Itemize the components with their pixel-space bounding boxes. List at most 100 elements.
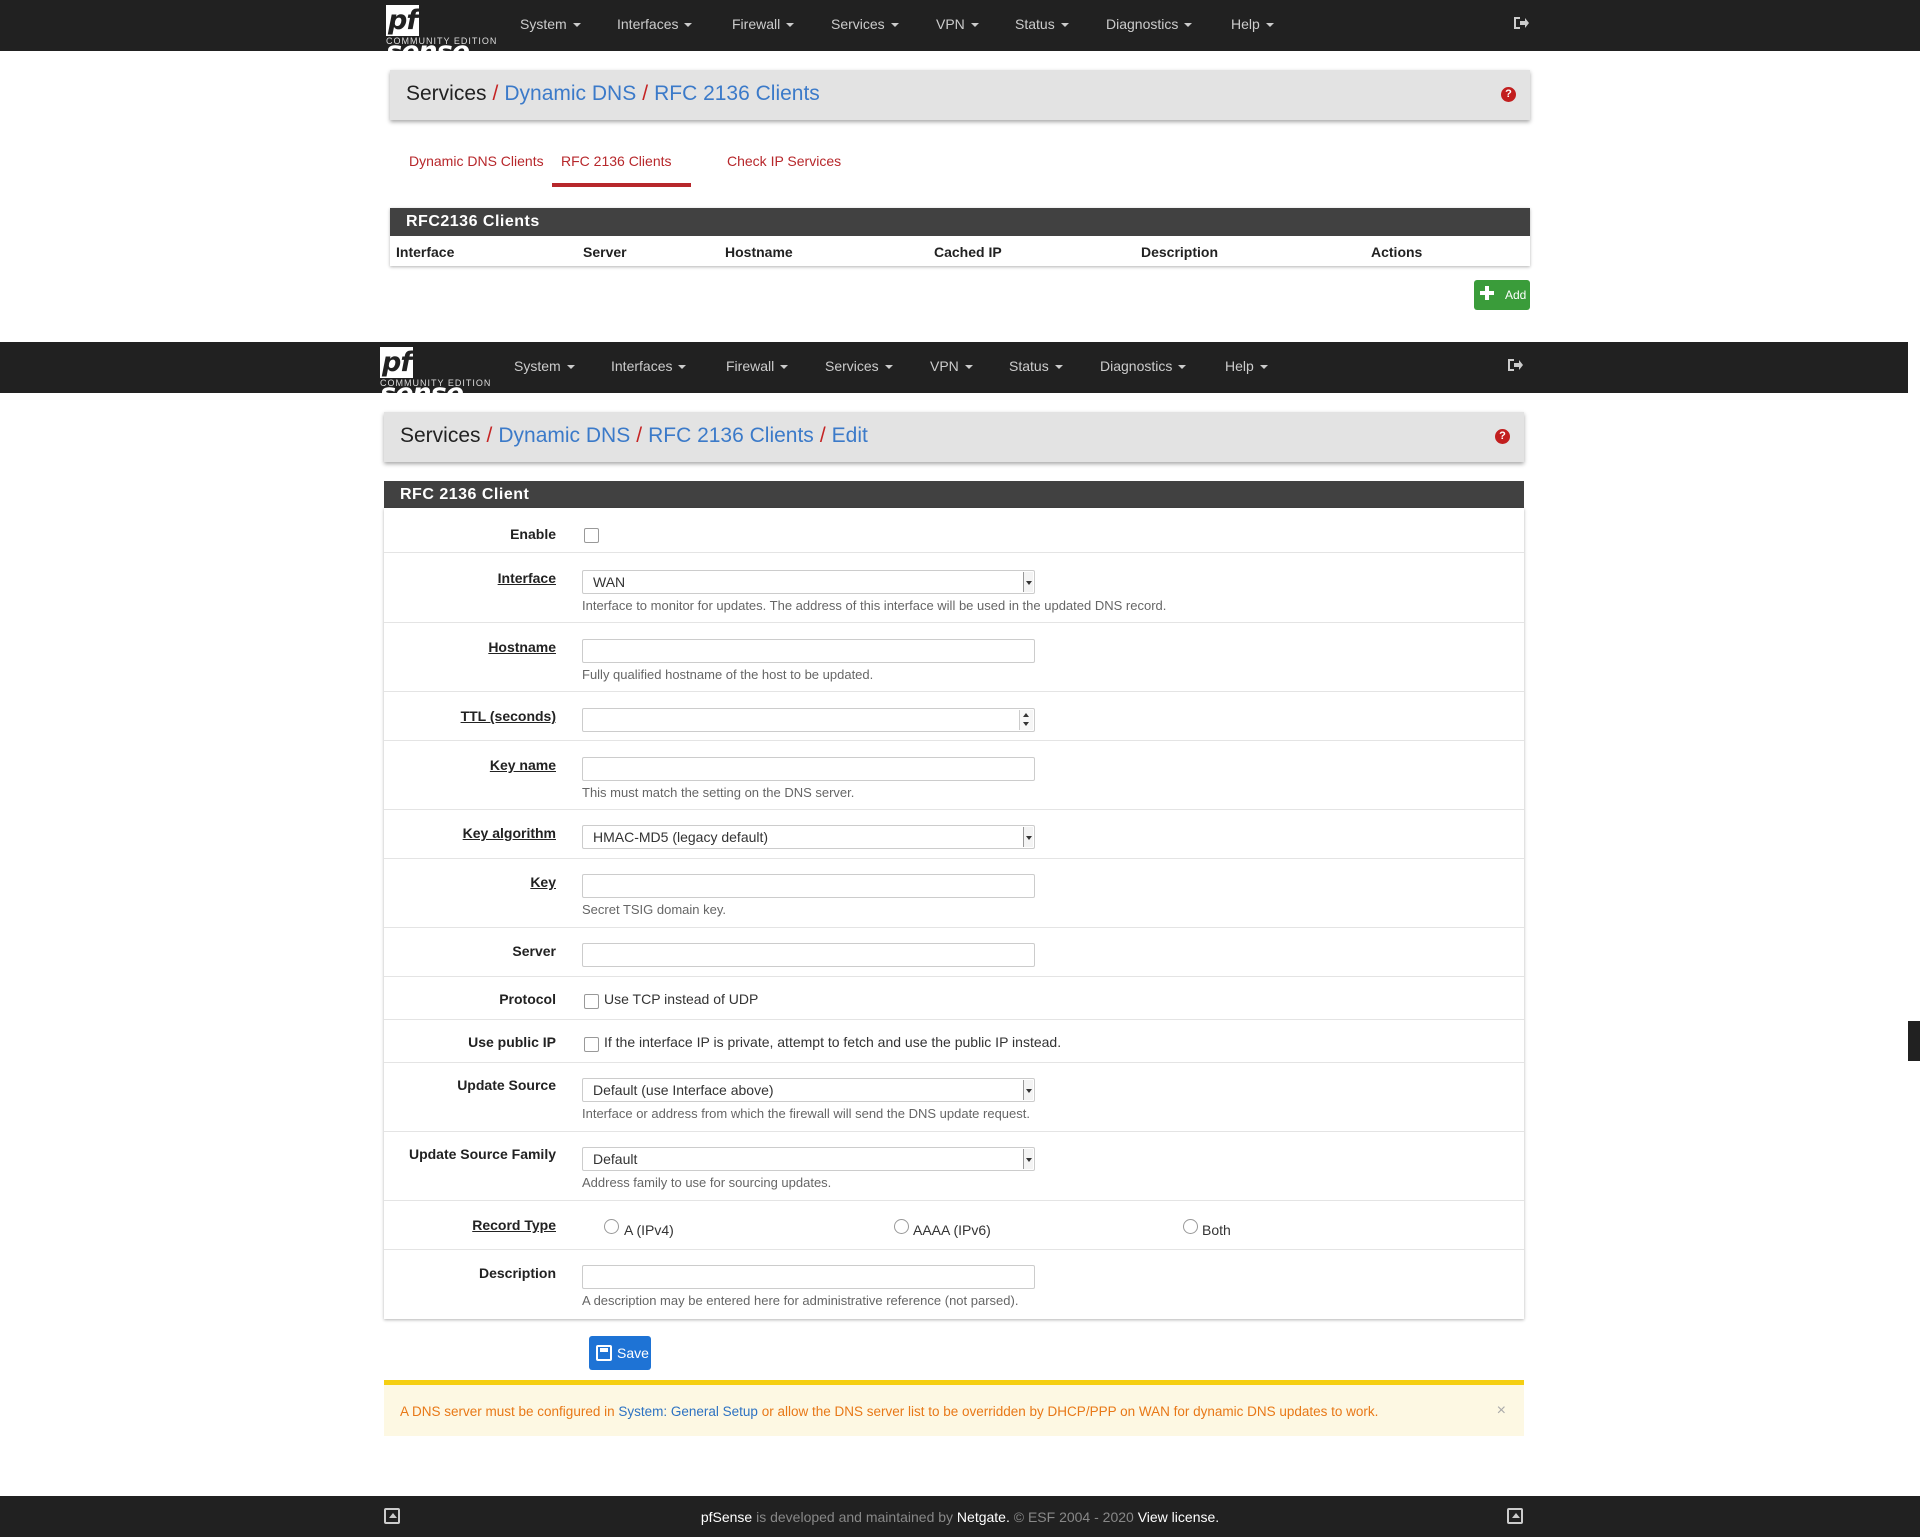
hostname-input[interactable] bbox=[582, 639, 1035, 663]
nav-firewall[interactable]: Firewall bbox=[732, 16, 795, 32]
enable-checkbox[interactable] bbox=[584, 528, 599, 543]
tab-check-ip-services[interactable]: Check IP Services bbox=[727, 153, 841, 169]
recordtype-aaaa-radio[interactable] bbox=[894, 1219, 909, 1234]
server-input[interactable] bbox=[582, 943, 1035, 967]
caret-down-icon bbox=[1178, 365, 1187, 370]
logout-icon[interactable] bbox=[1512, 14, 1530, 32]
protocol-tcp-checkbox[interactable] bbox=[584, 994, 599, 1009]
panel-title: RFC2136 Clients bbox=[390, 208, 1530, 236]
protocol-tcp-label[interactable]: Use TCP instead of UDP bbox=[604, 991, 758, 1007]
description-label: Description bbox=[478, 1265, 556, 1281]
caret-down-icon bbox=[1184, 23, 1193, 28]
breadcrumb-dynamic-dns[interactable]: Dynamic DNS bbox=[498, 424, 630, 447]
nav-services[interactable]: Services bbox=[831, 16, 899, 32]
col-description[interactable]: Description bbox=[1141, 244, 1218, 260]
breadcrumb-rfc2136[interactable]: RFC 2136 Clients bbox=[654, 82, 820, 105]
help-icon[interactable]: ? bbox=[1501, 87, 1516, 102]
nav-system[interactable]: System bbox=[514, 358, 575, 374]
footer: pfSense is developed and maintained by N… bbox=[0, 1496, 1920, 1537]
breadcrumb-edit[interactable]: Edit bbox=[832, 424, 868, 447]
logo-pf: pf bbox=[380, 347, 414, 378]
tab-dynamic-dns-clients[interactable]: Dynamic DNS Clients bbox=[409, 153, 544, 169]
recordtype-both-label[interactable]: Both bbox=[1202, 1222, 1231, 1238]
keyalgo-select[interactable]: HMAC-MD5 (legacy default) bbox=[582, 825, 1035, 849]
nav-interfaces[interactable]: Interfaces bbox=[611, 358, 687, 374]
recordtype-aaaa-label[interactable]: AAAA (IPv6) bbox=[913, 1222, 991, 1238]
keyalgo-label: Key algorithm bbox=[462, 825, 556, 841]
dns-warning-alert: A DNS server must be configured in Syste… bbox=[384, 1380, 1524, 1436]
breadcrumb: Services / Dynamic DNS / RFC 2136 Clients / Ed… bbox=[400, 424, 868, 447]
recordtype-a-label[interactable]: A (IPv4) bbox=[624, 1222, 674, 1238]
keyname-help: This must match the setting on the DNS s… bbox=[582, 785, 855, 800]
col-interface[interactable]: Interface bbox=[396, 244, 454, 260]
pfsense-logo[interactable]: pfsense COMMUNITY EDITION bbox=[380, 347, 490, 409]
breadcrumb-root: Services bbox=[406, 82, 487, 105]
ttl-input[interactable] bbox=[582, 708, 1035, 732]
nav-system[interactable]: System bbox=[520, 16, 581, 32]
breadcrumb-dynamic-dns[interactable]: Dynamic DNS bbox=[504, 82, 636, 105]
footer-product: pfSense bbox=[700, 1509, 753, 1525]
description-input[interactable] bbox=[582, 1265, 1035, 1289]
col-hostname[interactable]: Hostname bbox=[725, 244, 793, 260]
hostname-label: Hostname bbox=[488, 639, 556, 655]
publicip-option-label[interactable]: If the interface IP is private, attempt … bbox=[604, 1034, 1061, 1050]
help-icon[interactable]: ? bbox=[1495, 429, 1510, 444]
footer-text: pfSense is developed and maintained by N… bbox=[700, 1509, 1220, 1525]
nav-help[interactable]: Help bbox=[1225, 358, 1268, 374]
updatesource-label: Update Source bbox=[457, 1077, 556, 1093]
breadcrumb-rfc2136[interactable]: RFC 2136 Clients bbox=[648, 424, 814, 447]
nav-interfaces[interactable]: Interfaces bbox=[617, 16, 693, 32]
row-key: Key Secret TSIG domain key. bbox=[384, 859, 1524, 928]
view-license-link[interactable]: View license. bbox=[1138, 1509, 1219, 1525]
logo-pf: pf bbox=[386, 5, 420, 36]
nav-firewall[interactable]: Firewall bbox=[726, 358, 789, 374]
server-label: Server bbox=[512, 943, 556, 959]
key-help: Secret TSIG domain key. bbox=[582, 902, 727, 917]
keyname-label: Key name bbox=[489, 757, 556, 773]
general-setup-link[interactable]: System: General Setup bbox=[618, 1404, 758, 1419]
tab-rfc2136-clients[interactable]: RFC 2136 Clients bbox=[552, 153, 691, 187]
close-icon[interactable]: × bbox=[1497, 1402, 1506, 1420]
save-button[interactable]: Save bbox=[589, 1336, 651, 1370]
hostname-help: Fully qualified hostname of the host to … bbox=[582, 667, 874, 682]
spinner-icon[interactable] bbox=[1019, 710, 1033, 730]
nav-vpn[interactable]: VPN bbox=[936, 16, 979, 32]
interface-select[interactable]: WAN bbox=[582, 570, 1035, 594]
nav-services[interactable]: Services bbox=[825, 358, 893, 374]
clients-table: RFC2136 Clients Interface Server Hostnam… bbox=[390, 208, 1530, 266]
alert-message: A DNS server must be configured in Syste… bbox=[400, 1404, 1379, 1419]
dropdown-arrow-icon bbox=[1023, 572, 1033, 592]
logout-icon[interactable] bbox=[1506, 356, 1524, 374]
add-button[interactable]: Add bbox=[1474, 280, 1530, 310]
side-scroll-tab[interactable] bbox=[1908, 1021, 1920, 1061]
caret-down-icon bbox=[786, 23, 795, 28]
col-server[interactable]: Server bbox=[583, 244, 627, 260]
recordtype-label: Record Type bbox=[472, 1217, 556, 1233]
form-panel-title: RFC 2136 Client bbox=[384, 481, 1524, 509]
row-interface: Interface WAN Interface to monitor for u… bbox=[384, 553, 1524, 623]
publicip-checkbox[interactable] bbox=[584, 1037, 599, 1052]
recordtype-both-radio[interactable] bbox=[1183, 1219, 1198, 1234]
updatefamily-select[interactable]: Default bbox=[582, 1147, 1035, 1171]
col-actions: Actions bbox=[1371, 244, 1423, 260]
keyname-input[interactable] bbox=[582, 757, 1035, 781]
updatefamily-label: Update Source Family bbox=[408, 1146, 556, 1162]
key-input[interactable] bbox=[582, 874, 1035, 898]
nav-status[interactable]: Status bbox=[1009, 358, 1063, 374]
updatesource-select[interactable]: Default (use Interface above) bbox=[582, 1078, 1035, 1102]
col-cached-ip[interactable]: Cached IP bbox=[934, 244, 1002, 260]
nav-vpn[interactable]: VPN bbox=[930, 358, 973, 374]
row-description: Description A description may be entered… bbox=[384, 1250, 1524, 1319]
netgate-link[interactable]: Netgate. bbox=[957, 1509, 1010, 1525]
scroll-top-icon[interactable] bbox=[1507, 1508, 1523, 1524]
save-label: Save bbox=[617, 1345, 649, 1361]
recordtype-a-radio[interactable] bbox=[604, 1219, 619, 1234]
caret-down-icon bbox=[780, 365, 789, 370]
caret-down-icon bbox=[964, 365, 973, 370]
nav-status[interactable]: Status bbox=[1015, 16, 1069, 32]
pfsense-logo[interactable]: pfsense COMMUNITY EDITION bbox=[386, 5, 496, 67]
dropdown-arrow-icon bbox=[1023, 827, 1033, 847]
nav-diagnostics[interactable]: Diagnostics bbox=[1100, 358, 1187, 374]
nav-diagnostics[interactable]: Diagnostics bbox=[1106, 16, 1193, 32]
nav-help[interactable]: Help bbox=[1231, 16, 1274, 32]
